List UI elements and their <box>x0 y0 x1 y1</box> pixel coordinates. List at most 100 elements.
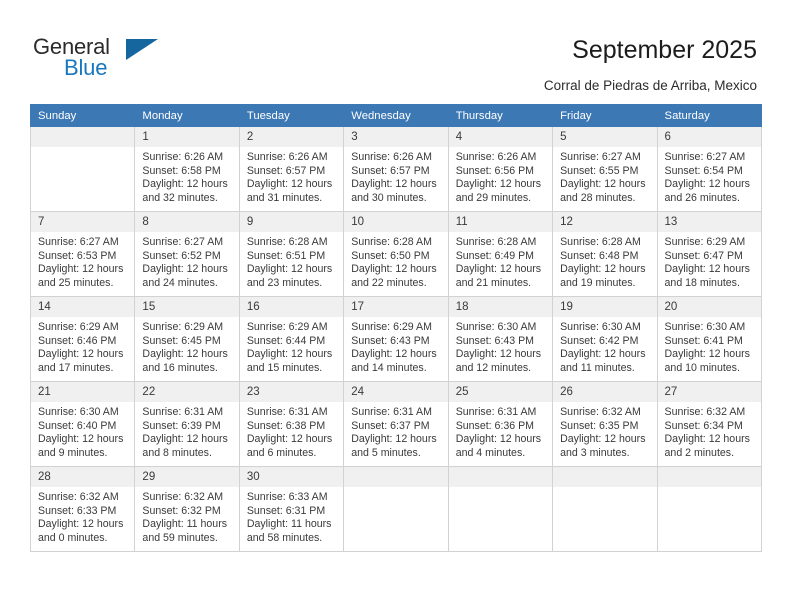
calendar-day-cell[interactable]: 21 Sunrise: 6:30 AM Sunset: 6:40 PM Dayligh… <box>29 381 136 467</box>
calendar-day-cell[interactable]: 4 Sunrise: 6:26 AM Sunset: 6:56 PM Daylight… <box>447 126 554 212</box>
sunrise-text: Sunrise: 6:26 AM <box>246 151 328 163</box>
daylight-text: Daylight: 12 hours <box>664 178 750 191</box>
day-number: 14 <box>31 297 135 317</box>
daylight-text-cont: and 14 minutes. <box>351 361 427 374</box>
day-number: 6 <box>657 127 761 147</box>
calendar-day-cell[interactable]: 11 Sunrise: 6:28 AM Sunset: 6:49 PM Dayligh… <box>447 211 554 297</box>
calendar-day-cell[interactable]: 5 Sunrise: 6:27 AM Sunset: 6:55 PM Daylight… <box>552 126 658 212</box>
day-number: 1 <box>135 127 239 147</box>
day-number: 7 <box>31 212 135 232</box>
sunrise-text: Sunrise: 6:30 AM <box>38 406 119 418</box>
daylight-text: Daylight: 12 hours <box>351 433 437 446</box>
sunrise-text: Sunrise: 6:30 AM <box>560 321 641 333</box>
calendar-day-cell[interactable]: 18 Sunrise: 6:30 AM Sunset: 6:43 PM Dayligh… <box>447 296 554 382</box>
calendar-day-cell[interactable]: 3 Sunrise: 6:26 AM Sunset: 6:57 PM Daylight… <box>343 126 449 212</box>
calendar-day-cell[interactable]: 6 Sunrise: 6:27 AM Sunset: 6:54 PM Daylight… <box>656 126 763 212</box>
daylight-text: Daylight: 12 hours <box>664 433 750 446</box>
day-sun-info: Sunrise: 6:26 AM Sunset: 6:57 PM Daylight:… <box>240 147 343 205</box>
weekday-header-tuesday: Tuesday <box>238 104 345 127</box>
daylight-text-cont: and 32 minutes. <box>142 191 218 204</box>
calendar-head: Sunday Monday Tuesday Wednesday Thursday… <box>29 104 763 127</box>
sunset-text: Sunset: 6:54 PM <box>664 164 743 177</box>
calendar-day-cell[interactable]: 26 Sunrise: 6:32 AM Sunset: 6:35 PM Dayligh… <box>552 381 658 467</box>
day-number: 21 <box>31 382 135 402</box>
sunrise-text: Sunrise: 6:32 AM <box>142 491 224 503</box>
daylight-text: Daylight: 12 hours <box>142 433 228 446</box>
logo-text-blue: Blue <box>64 55 108 80</box>
calendar-day-cell[interactable]: 27 Sunrise: 6:32 AM Sunset: 6:34 PM Dayligh… <box>656 381 763 467</box>
sunrise-text: Sunrise: 6:29 AM <box>38 321 119 333</box>
calendar-day-cell[interactable]: 9 Sunrise: 6:28 AM Sunset: 6:51 PM Daylight… <box>238 211 345 297</box>
sunrise-text: Sunrise: 6:32 AM <box>560 406 641 418</box>
sunrise-sunset-calendar: Sunday Monday Tuesday Wednesday Thursday… <box>29 104 763 552</box>
calendar-day-cell-empty <box>29 126 136 212</box>
day-number: 4 <box>448 127 553 147</box>
calendar-day-cell[interactable]: 24 Sunrise: 6:31 AM Sunset: 6:37 PM Dayligh… <box>343 381 449 467</box>
day-sun-info: Sunrise: 6:29 AM Sunset: 6:47 PM Daylight:… <box>658 232 761 290</box>
day-number: 2 <box>239 127 344 147</box>
daylight-text: Daylight: 12 hours <box>246 433 333 446</box>
sunrise-text: Sunrise: 6:27 AM <box>38 236 119 248</box>
sunset-text: Sunset: 6:57 PM <box>246 164 326 177</box>
calendar-day-cell[interactable]: 15 Sunrise: 6:29 AM Sunset: 6:45 PM Dayligh… <box>134 296 240 382</box>
daylight-text: Daylight: 12 hours <box>455 433 542 446</box>
day-number: 25 <box>448 382 553 402</box>
daylight-text: Daylight: 12 hours <box>664 348 750 361</box>
calendar-day-cell[interactable]: 17 Sunrise: 6:29 AM Sunset: 6:43 PM Dayligh… <box>343 296 449 382</box>
weekday-header-row: Sunday Monday Tuesday Wednesday Thursday… <box>29 104 763 127</box>
calendar-day-cell[interactable]: 29 Sunrise: 6:32 AM Sunset: 6:32 PM Dayligh… <box>134 466 240 552</box>
calendar-day-cell-empty <box>552 466 658 552</box>
calendar-day-cell[interactable]: 2 Sunrise: 6:26 AM Sunset: 6:57 PM Daylight… <box>238 126 345 212</box>
generalblue-logo[interactable]: General Blue <box>33 36 233 86</box>
sunrise-text: Sunrise: 6:26 AM <box>142 151 224 163</box>
sunset-text: Sunset: 6:32 PM <box>142 504 221 517</box>
day-sun-info: Sunrise: 6:31 AM Sunset: 6:38 PM Daylight:… <box>240 402 343 460</box>
daylight-text: Daylight: 12 hours <box>351 348 437 361</box>
calendar-day-cell[interactable]: 12 Sunrise: 6:28 AM Sunset: 6:48 PM Dayligh… <box>552 211 658 297</box>
sunrise-text: Sunrise: 6:30 AM <box>664 321 746 333</box>
calendar-day-cell[interactable]: 22 Sunrise: 6:31 AM Sunset: 6:39 PM Dayligh… <box>134 381 240 467</box>
day-sun-info: Sunrise: 6:28 AM Sunset: 6:51 PM Daylight:… <box>240 232 343 290</box>
calendar-day-cell[interactable]: 19 Sunrise: 6:30 AM Sunset: 6:42 PM Dayligh… <box>552 296 658 382</box>
day-number: 17 <box>344 297 448 317</box>
day-number: 27 <box>657 382 761 402</box>
calendar-day-cell[interactable]: 8 Sunrise: 6:27 AM Sunset: 6:52 PM Daylight… <box>134 211 240 297</box>
day-number <box>344 467 448 487</box>
sunset-text: Sunset: 6:46 PM <box>38 334 117 347</box>
daylight-text-cont: and 8 minutes. <box>142 446 212 459</box>
day-sun-info: Sunrise: 6:27 AM Sunset: 6:53 PM Daylight:… <box>31 232 134 290</box>
calendar-week-row: 7 Sunrise: 6:27 AM Sunset: 6:53 PM Daylight… <box>29 211 763 297</box>
calendar-day-cell[interactable]: 10 Sunrise: 6:28 AM Sunset: 6:50 PM Dayligh… <box>343 211 449 297</box>
daylight-text-cont: and 31 minutes. <box>246 191 323 204</box>
daylight-text-cont: and 18 minutes. <box>664 276 740 289</box>
calendar-day-cell[interactable]: 13 Sunrise: 6:29 AM Sunset: 6:47 PM Dayligh… <box>656 211 763 297</box>
calendar-day-cell[interactable]: 20 Sunrise: 6:30 AM Sunset: 6:41 PM Dayligh… <box>656 296 763 382</box>
calendar-day-cell[interactable]: 23 Sunrise: 6:31 AM Sunset: 6:38 PM Dayligh… <box>238 381 345 467</box>
day-number: 5 <box>553 127 657 147</box>
daylight-text-cont: and 58 minutes. <box>246 531 323 544</box>
sunset-text: Sunset: 6:48 PM <box>560 249 639 262</box>
calendar-day-cell[interactable]: 30 Sunrise: 6:33 AM Sunset: 6:31 PM Dayligh… <box>238 466 345 552</box>
calendar-day-cell[interactable]: 28 Sunrise: 6:32 AM Sunset: 6:33 PM Dayligh… <box>29 466 136 552</box>
calendar-day-cell[interactable]: 16 Sunrise: 6:29 AM Sunset: 6:44 PM Dayligh… <box>238 296 345 382</box>
daylight-text: Daylight: 12 hours <box>351 263 437 276</box>
sunset-text: Sunset: 6:42 PM <box>560 334 639 347</box>
calendar-day-cell[interactable]: 14 Sunrise: 6:29 AM Sunset: 6:46 PM Dayligh… <box>29 296 136 382</box>
calendar-week-row: 21 Sunrise: 6:30 AM Sunset: 6:40 PM Dayligh… <box>29 381 763 467</box>
day-sun-info: Sunrise: 6:30 AM Sunset: 6:43 PM Daylight:… <box>449 317 552 375</box>
calendar-day-cell-empty <box>656 466 763 552</box>
calendar-day-cell[interactable]: 25 Sunrise: 6:31 AM Sunset: 6:36 PM Dayligh… <box>447 381 554 467</box>
sunrise-text: Sunrise: 6:27 AM <box>664 151 746 163</box>
sunset-text: Sunset: 6:58 PM <box>142 164 221 177</box>
sunrise-text: Sunrise: 6:31 AM <box>142 406 224 418</box>
day-number: 19 <box>553 297 657 317</box>
calendar-day-cell[interactable]: 7 Sunrise: 6:27 AM Sunset: 6:53 PM Daylight… <box>29 211 136 297</box>
calendar-day-cell[interactable]: 1 Sunrise: 6:26 AM Sunset: 6:58 PM Daylight… <box>134 126 240 212</box>
weekday-header-saturday: Saturday <box>656 104 763 127</box>
day-number: 23 <box>239 382 344 402</box>
daylight-text: Daylight: 11 hours <box>246 518 332 531</box>
day-sun-info: Sunrise: 6:31 AM Sunset: 6:37 PM Daylight:… <box>344 402 447 460</box>
sunset-text: Sunset: 6:33 PM <box>38 504 117 517</box>
daylight-text-cont: and 19 minutes. <box>560 276 636 289</box>
day-number: 28 <box>31 467 135 487</box>
